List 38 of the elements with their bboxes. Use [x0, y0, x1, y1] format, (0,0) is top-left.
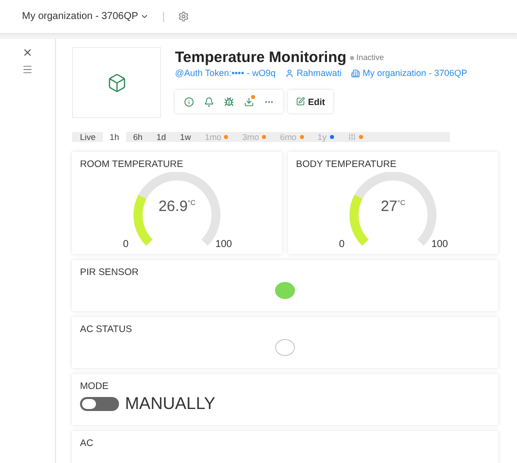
gauge-max: 100	[431, 239, 448, 250]
gauge-max: 100	[215, 239, 232, 250]
auth-token-link[interactable]: @Auth Token:•••• - wO9q	[175, 68, 276, 78]
bell-icon	[204, 96, 214, 106]
widget-title: AC	[80, 438, 94, 449]
widget-title: AC STATUS	[80, 324, 133, 335]
time-range-tab[interactable]: 1w	[173, 132, 198, 142]
settings-icon[interactable]	[178, 11, 190, 22]
widget-title: PIR SENSOR	[80, 267, 140, 278]
sliders-icon	[348, 133, 356, 141]
edit-icon	[296, 97, 305, 106]
edit-button[interactable]: Edit	[288, 90, 333, 113]
widget-title: MODE	[80, 381, 110, 392]
time-range-tab[interactable]: 1d	[150, 132, 173, 142]
time-range-tab[interactable]: 6h	[126, 132, 150, 142]
device-title: Temperature Monitoring	[175, 49, 346, 66]
widget-title: ROOM TEMPERATURE	[80, 159, 184, 170]
time-range-tab[interactable]: 1h	[102, 132, 126, 142]
cube-icon	[106, 72, 126, 92]
close-icon[interactable]	[22, 47, 33, 58]
user-icon	[284, 68, 294, 78]
time-range-tab[interactable]: Live	[73, 132, 103, 142]
chevron-down-icon	[140, 12, 150, 21]
info-icon	[184, 96, 194, 106]
device-status: Inactive	[350, 53, 384, 62]
gauge-value: 26.9$^{°C}$	[157, 198, 197, 215]
bug-icon	[224, 96, 234, 106]
gauge-min: 0	[123, 239, 129, 250]
gauge-min: 0	[339, 239, 345, 250]
widget-title: BODY TEMPERATURE	[296, 159, 398, 170]
download-icon	[244, 96, 254, 106]
switch-label: MANUALLY	[125, 394, 216, 414]
gauge-value: 27$^{°C}$	[380, 198, 406, 215]
notification-dot	[251, 94, 255, 98]
toggle-switch[interactable]	[80, 397, 119, 411]
building-icon	[350, 68, 360, 78]
menu-icon[interactable]	[22, 64, 33, 75]
organization-dropdown[interactable]: My organization - 3706QP	[22, 11, 150, 22]
